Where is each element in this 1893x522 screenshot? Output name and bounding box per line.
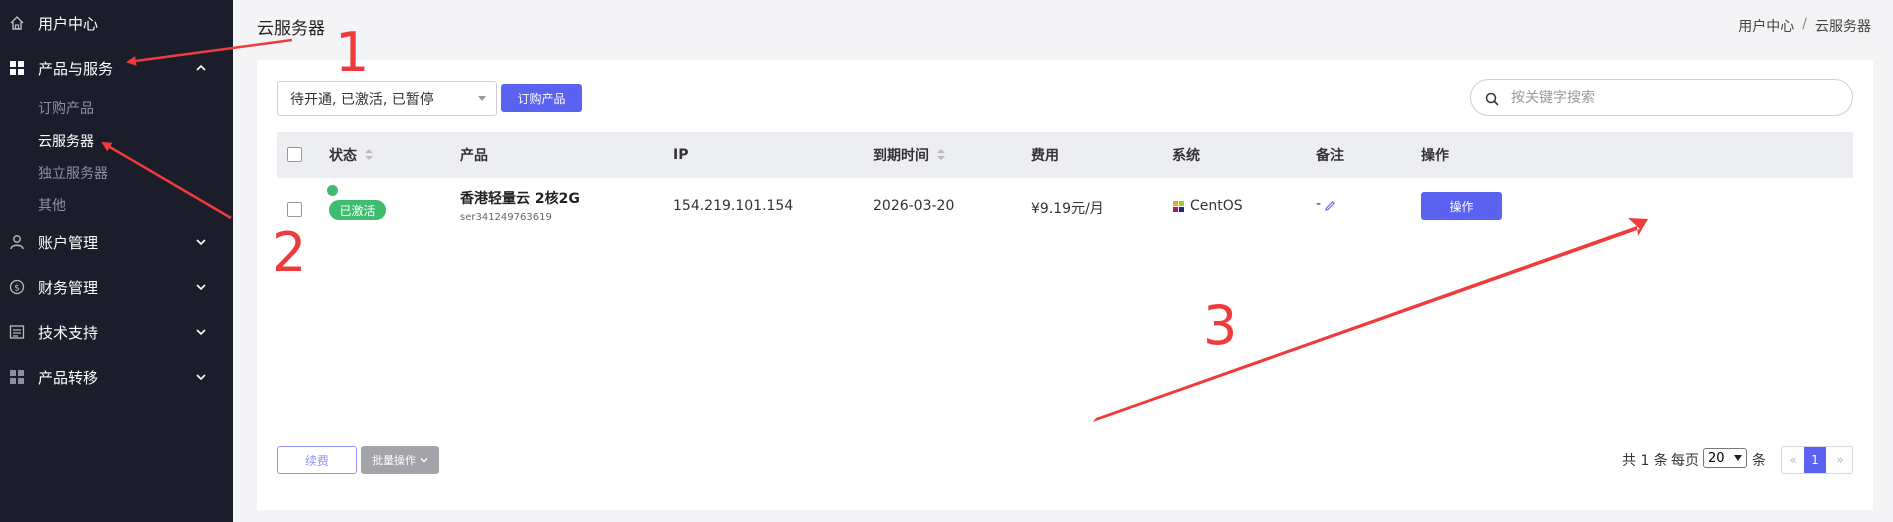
table-row: 已激活 香港轻量云 2核2G ser341249763619 154.219.1…: [277, 178, 1853, 234]
page-title: 云服务器: [257, 19, 325, 39]
table-header: 状态 产品 IP 到期时间 费用 系统 备注 操作: [277, 132, 1853, 178]
product-name[interactable]: 香港轻量云 2核2G: [460, 188, 580, 208]
ticket-icon: [8, 324, 25, 341]
column-status[interactable]: 状态: [329, 132, 373, 178]
chevron-up-icon: [193, 60, 209, 76]
caret-down-icon: [1734, 455, 1742, 461]
chevron-down-icon: [193, 234, 209, 250]
column-price: 费用: [1031, 148, 1059, 164]
sidebar-item-label: 账户管理: [38, 233, 99, 252]
price: ¥9.19元/月: [1031, 201, 1104, 217]
column-ip: IP: [673, 147, 689, 163]
sidebar-item-label: 产品转移: [38, 368, 99, 387]
page-size-select[interactable]: 20: [1703, 448, 1747, 468]
column-expires[interactable]: 到期时间: [873, 132, 945, 178]
search-box[interactable]: [1470, 79, 1853, 116]
grid-icon: [8, 60, 25, 77]
column-product: 产品: [460, 148, 488, 164]
sidebar-subitem-other[interactable]: 其他: [38, 195, 66, 215]
ip-address: 154.219.101.154: [673, 198, 794, 214]
sidebar-item-finance[interactable]: $ 财务管理: [0, 267, 233, 307]
note-cell: -: [1316, 196, 1335, 212]
column-label: 状态: [329, 148, 357, 164]
breadcrumb-current: 云服务器: [1815, 19, 1871, 35]
sidebar-item-label: 财务管理: [38, 278, 99, 297]
sidebar-item-transfer[interactable]: 产品转移: [0, 357, 233, 397]
os-name: CentOS: [1190, 198, 1243, 214]
prev-page-button[interactable]: «: [1782, 447, 1804, 473]
chevron-down-icon: [420, 454, 428, 467]
os-cell: CentOS: [1172, 198, 1243, 214]
sort-icon[interactable]: [365, 149, 373, 161]
sidebar-item-support[interactable]: 技术支持: [0, 312, 233, 352]
status-filter-select[interactable]: 待开通, 已激活, 已暂停: [277, 81, 497, 116]
sidebar-item-label: 产品与服务: [38, 59, 114, 78]
status-badge: 已激活: [329, 200, 386, 220]
sidebar-item-products[interactable]: 产品与服务: [0, 48, 233, 88]
breadcrumb-separator: /: [1802, 16, 1807, 32]
chevron-down-icon: [193, 324, 209, 340]
column-os: 系统: [1172, 148, 1200, 164]
search-icon: [1485, 91, 1499, 106]
total-count: 共 1 条: [1622, 453, 1668, 469]
home-icon: [8, 15, 25, 32]
next-page-button[interactable]: »: [1828, 447, 1852, 473]
sidebar-subitem-order[interactable]: 订购产品: [38, 98, 94, 118]
column-label: 到期时间: [873, 148, 929, 164]
breadcrumb-home[interactable]: 用户中心: [1738, 16, 1794, 36]
operation-button[interactable]: 操作: [1421, 192, 1502, 220]
edit-icon[interactable]: [1325, 199, 1335, 211]
main-card: 待开通, 已激活, 已暂停 订购产品 状态 产品 IP 到期时间 费用 系统 备…: [257, 60, 1873, 510]
sort-icon[interactable]: [937, 149, 945, 161]
dollar-icon: $: [8, 279, 25, 296]
status-dot: [327, 185, 338, 196]
sidebar: 用户中心 产品与服务 订购产品 云服务器 独立服务器 其他 账户管理 $ 财务管…: [0, 0, 233, 522]
chevron-down-icon: [193, 369, 209, 385]
grid-icon: [8, 369, 25, 386]
column-action: 操作: [1421, 148, 1449, 164]
pagination: « 1 »: [1781, 446, 1853, 474]
renew-button[interactable]: 续费: [277, 446, 357, 474]
annotation-number-1: 1: [335, 21, 370, 84]
page-size-value: 20: [1708, 450, 1725, 466]
breadcrumb: 用户中心 / 云服务器: [1738, 16, 1871, 36]
chevron-down-icon: [193, 279, 209, 295]
page-1-button[interactable]: 1: [1804, 447, 1826, 473]
caret-down-icon: [478, 96, 486, 101]
centos-icon: [1172, 200, 1185, 213]
batch-operation-label: 批量操作: [372, 454, 416, 467]
sidebar-item-label: 用户中心: [38, 14, 99, 33]
per-page-unit: 条: [1752, 453, 1766, 469]
column-note: 备注: [1316, 148, 1344, 164]
annotation-number-3: 3: [1203, 294, 1238, 357]
order-product-button[interactable]: 订购产品: [501, 84, 582, 112]
expire-date: 2026-03-20: [873, 198, 955, 214]
sidebar-item-account[interactable]: 账户管理: [0, 222, 233, 262]
product-id: ser341249763619: [460, 212, 552, 223]
batch-operation-button[interactable]: 批量操作: [361, 446, 439, 474]
select-all-checkbox[interactable]: [287, 147, 302, 162]
row-checkbox[interactable]: [287, 202, 302, 217]
sidebar-subitem-dedicated[interactable]: 独立服务器: [38, 163, 108, 183]
search-input[interactable]: [1511, 88, 1831, 108]
sidebar-subitem-cloud-server[interactable]: 云服务器: [38, 131, 94, 151]
sidebar-item-label: 技术支持: [38, 323, 99, 342]
svg-text:$: $: [14, 284, 20, 294]
user-icon: [8, 234, 25, 251]
note-value: -: [1316, 196, 1322, 212]
sidebar-item-user-center[interactable]: 用户中心: [0, 3, 233, 43]
per-page-label: 每页: [1671, 453, 1699, 469]
status-filter-value: 待开通, 已激活, 已暂停: [290, 91, 434, 108]
annotation-number-2: 2: [272, 221, 307, 284]
